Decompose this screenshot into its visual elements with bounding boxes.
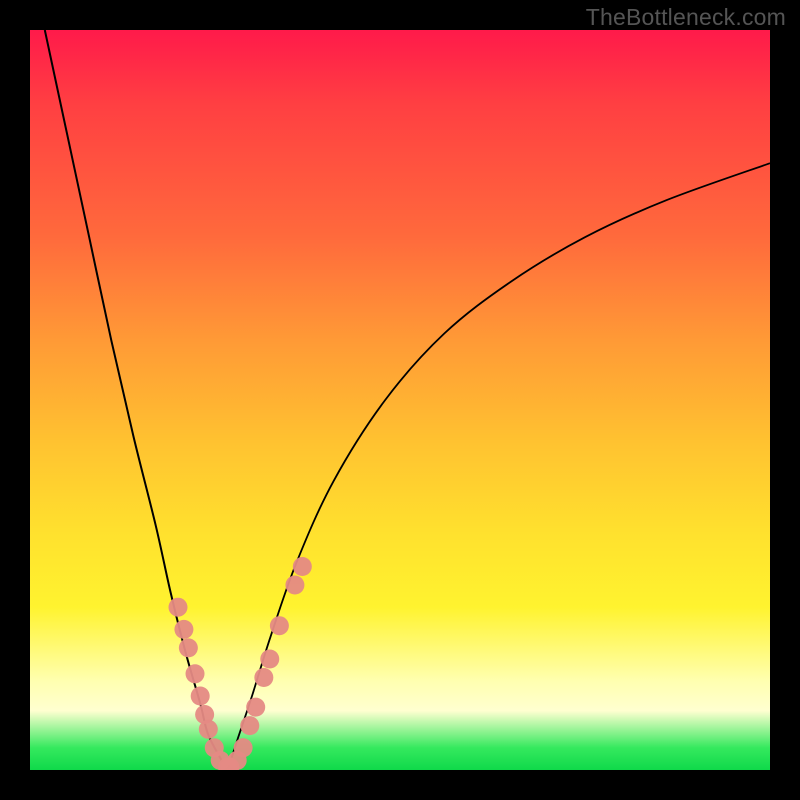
marker-dot <box>254 668 273 687</box>
marker-dot <box>199 720 218 739</box>
chart-frame: TheBottleneck.com <box>0 0 800 800</box>
marker-dot <box>174 620 193 639</box>
marker-dot <box>191 687 210 706</box>
curve-right-arm <box>228 163 770 770</box>
marker-dot <box>270 616 289 635</box>
curve-left-arm <box>45 30 228 770</box>
marker-dot <box>169 598 188 617</box>
marker-dot <box>260 650 279 669</box>
plot-area <box>30 30 770 770</box>
marker-dot <box>186 664 205 683</box>
marker-dot <box>240 716 259 735</box>
marker-dot <box>293 557 312 576</box>
marker-dot <box>285 576 304 595</box>
marker-group <box>169 557 312 770</box>
marker-dot <box>246 698 265 717</box>
curve-svg <box>30 30 770 770</box>
marker-dot <box>234 738 253 757</box>
marker-dot <box>179 638 198 657</box>
watermark-text: TheBottleneck.com <box>586 4 786 31</box>
